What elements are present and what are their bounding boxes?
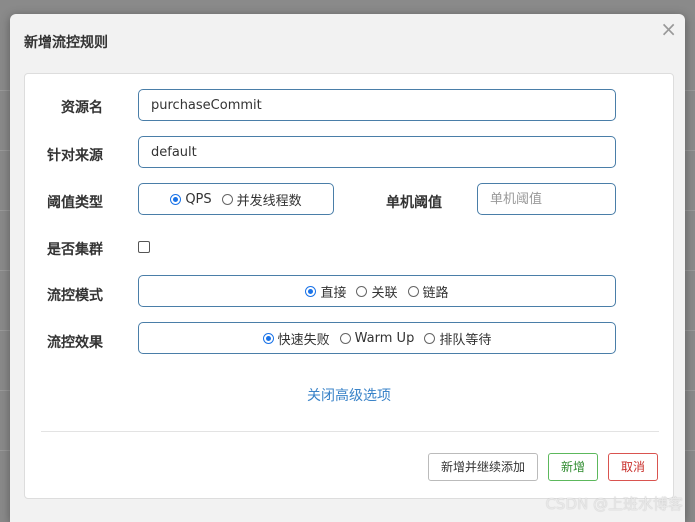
source-input[interactable] — [138, 136, 616, 168]
cluster-checkbox[interactable] — [138, 241, 150, 253]
flow-mode-label: 流控模式 — [47, 288, 103, 304]
single-threshold-label: 单机阈值 — [386, 195, 442, 211]
cluster-label: 是否集群 — [47, 242, 103, 258]
flow-effect-radio-group: 快速失败 Warm Up 排队等待 — [138, 322, 616, 354]
radio-qps[interactable]: QPS — [170, 191, 212, 207]
radio-chain-label: 链路 — [422, 285, 449, 301]
radio-relate-label: 关联 — [371, 285, 398, 301]
radio-threads[interactable]: 并发线程数 — [221, 190, 302, 209]
add-flow-rule-dialog: 新增流控规则 × 资源名 针对来源 阈值类型 QPS 并发线程数 单机阈值 是否… — [10, 14, 685, 522]
resource-label: 资源名 — [61, 100, 103, 116]
radio-direct-label: 直接 — [320, 285, 347, 301]
radio-unchecked-icon — [356, 285, 368, 297]
threshold-type-radio-group: QPS 并发线程数 — [138, 183, 334, 215]
radio-qps-label: QPS — [185, 191, 212, 207]
radio-unchecked-icon — [339, 332, 351, 344]
advanced-options-toggle[interactable]: 关闭高级选项 — [25, 385, 673, 405]
footer-divider — [41, 431, 659, 432]
threshold-type-label: 阈值类型 — [47, 195, 103, 211]
radio-queue-label: 排队等待 — [439, 332, 492, 348]
radio-checked-icon — [170, 193, 182, 205]
radio-chain[interactable]: 链路 — [407, 282, 449, 301]
radio-warm-up[interactable]: Warm Up — [339, 330, 415, 346]
flow-mode-radio-group: 直接 关联 链路 — [138, 275, 616, 307]
single-threshold-input[interactable] — [477, 183, 616, 215]
radio-unchecked-icon — [221, 193, 233, 205]
watermark: CSDN @上班水博客 — [545, 495, 683, 513]
resource-input[interactable] — [138, 89, 616, 121]
radio-unchecked-icon — [407, 285, 419, 297]
radio-relate[interactable]: 关联 — [356, 282, 398, 301]
radio-threads-label: 并发线程数 — [236, 193, 302, 209]
radio-checked-icon — [262, 332, 274, 344]
form-card: 资源名 针对来源 阈值类型 QPS 并发线程数 单机阈值 是否集群 流控模式 — [24, 73, 674, 499]
cancel-button[interactable]: 取消 — [608, 453, 658, 481]
radio-direct[interactable]: 直接 — [305, 282, 346, 301]
dialog-title: 新增流控规则 — [24, 35, 108, 51]
radio-checked-icon — [305, 285, 317, 297]
close-icon[interactable]: × — [660, 19, 677, 39]
add-button[interactable]: 新增 — [548, 453, 598, 481]
flow-effect-label: 流控效果 — [47, 335, 103, 351]
radio-unchecked-icon — [424, 332, 436, 344]
radio-warm-up-label: Warm Up — [354, 330, 415, 346]
radio-fail-fast-label: 快速失败 — [277, 332, 330, 348]
radio-queue[interactable]: 排队等待 — [424, 329, 491, 348]
source-label: 针对来源 — [47, 148, 103, 164]
add-and-continue-button[interactable]: 新增并继续添加 — [428, 453, 538, 481]
radio-fail-fast[interactable]: 快速失败 — [262, 329, 330, 348]
